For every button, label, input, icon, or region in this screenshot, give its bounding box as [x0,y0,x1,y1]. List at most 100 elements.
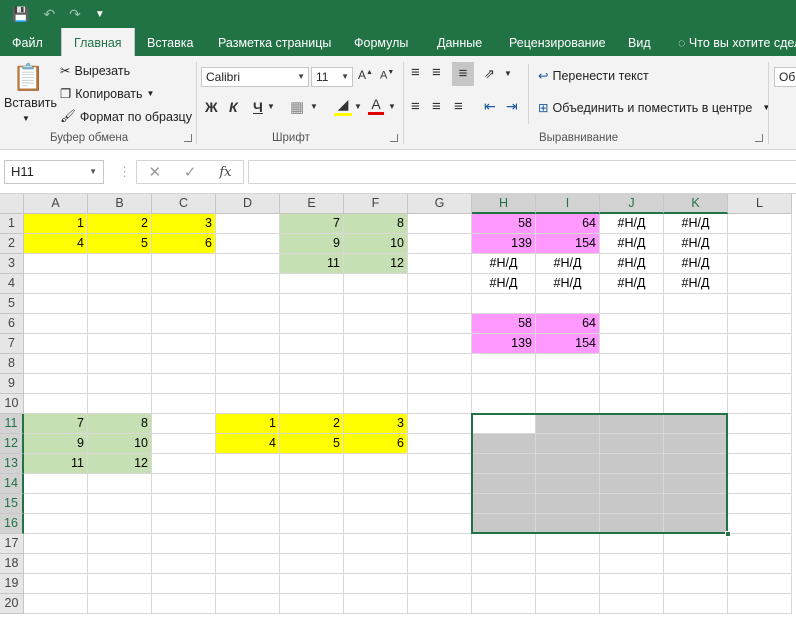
cell-a8[interactable] [24,354,88,374]
cell-j8[interactable] [600,354,664,374]
increase-indent-icon[interactable]: ⇥ [506,98,518,115]
cell-j11[interactable] [600,414,664,434]
cell-d14[interactable] [216,474,280,494]
cell-j20[interactable] [600,594,664,614]
cell-f6[interactable] [344,314,408,334]
cell-h7[interactable]: 139 [472,334,536,354]
cell-l9[interactable] [728,374,792,394]
cell-a19[interactable] [24,574,88,594]
cell-e15[interactable] [280,494,344,514]
fill-handle[interactable] [725,531,731,537]
row-header-2[interactable]: 2 [0,234,24,254]
cell-k20[interactable] [664,594,728,614]
cell-a5[interactable] [24,294,88,314]
cell-f8[interactable] [344,354,408,374]
cell-a16[interactable] [24,514,88,534]
paste-icon[interactable]: 📋 [12,62,44,98]
cell-e5[interactable] [280,294,344,314]
cell-h9[interactable] [472,374,536,394]
cell-h14[interactable] [472,474,536,494]
cell-b20[interactable] [88,594,152,614]
cell-k17[interactable] [664,534,728,554]
cell-d16[interactable] [216,514,280,534]
cell-d9[interactable] [216,374,280,394]
column-header-a[interactable]: A [24,194,88,214]
cell-e17[interactable] [280,534,344,554]
cell-k13[interactable] [664,454,728,474]
cell-a4[interactable] [24,274,88,294]
cell-i16[interactable] [536,514,600,534]
cell-j6[interactable] [600,314,664,334]
align-top-icon[interactable]: ≡ [411,64,420,81]
format-painter-button[interactable]: 🖌 Формат по образцу [60,109,192,124]
borders-icon[interactable]: ▦ [290,98,304,116]
tab-file[interactable]: Файл [12,28,43,56]
cell-d4[interactable] [216,274,280,294]
cell-g4[interactable] [408,274,472,294]
align-left-icon[interactable]: ≡ [411,98,420,115]
cell-a20[interactable] [24,594,88,614]
column-header-d[interactable]: D [216,194,280,214]
cell-l3[interactable] [728,254,792,274]
cell-g12[interactable] [408,434,472,454]
clipboard-launcher-icon[interactable] [184,134,192,142]
cell-c13[interactable] [152,454,216,474]
cell-h2[interactable]: 139 [472,234,536,254]
cell-c10[interactable] [152,394,216,414]
cell-i17[interactable] [536,534,600,554]
column-header-j[interactable]: J [600,194,664,214]
cell-g2[interactable] [408,234,472,254]
cell-k5[interactable] [664,294,728,314]
tab-data[interactable]: Данные [437,28,482,56]
cell-k2[interactable]: #Н/Д [664,234,728,254]
row-header-7[interactable]: 7 [0,334,24,354]
cell-g7[interactable] [408,334,472,354]
cell-b1[interactable]: 2 [88,214,152,234]
cell-f16[interactable] [344,514,408,534]
borders-dropdown-icon[interactable]: ▼ [310,102,318,111]
cell-c12[interactable] [152,434,216,454]
cell-l2[interactable] [728,234,792,254]
cell-f20[interactable] [344,594,408,614]
number-format-select[interactable]: Обш [774,67,796,87]
cell-c8[interactable] [152,354,216,374]
cell-h19[interactable] [472,574,536,594]
redo-icon[interactable]: ↷ [69,6,81,23]
select-all-corner[interactable] [0,194,24,214]
row-header-11[interactable]: 11 [0,414,24,434]
drag-handle-icon[interactable]: ⋮ [118,164,131,180]
cell-i1[interactable]: 64 [536,214,600,234]
cell-i6[interactable]: 64 [536,314,600,334]
cell-l19[interactable] [728,574,792,594]
cell-c18[interactable] [152,554,216,574]
cell-i8[interactable] [536,354,600,374]
cell-b19[interactable] [88,574,152,594]
cell-f9[interactable] [344,374,408,394]
cell-k1[interactable]: #Н/Д [664,214,728,234]
cell-l16[interactable] [728,514,792,534]
cell-l4[interactable] [728,274,792,294]
cell-a12[interactable]: 9 [24,434,88,454]
cell-d20[interactable] [216,594,280,614]
cell-a17[interactable] [24,534,88,554]
cell-g6[interactable] [408,314,472,334]
align-center-icon[interactable]: ≡ [432,98,441,115]
cell-k3[interactable]: #Н/Д [664,254,728,274]
cell-k10[interactable] [664,394,728,414]
cell-b16[interactable] [88,514,152,534]
cell-f1[interactable]: 8 [344,214,408,234]
cell-l17[interactable] [728,534,792,554]
cell-k16[interactable] [664,514,728,534]
cell-l11[interactable] [728,414,792,434]
cell-b3[interactable] [88,254,152,274]
cell-a6[interactable] [24,314,88,334]
cell-l5[interactable] [728,294,792,314]
bold-button[interactable]: Ж [205,99,218,115]
formula-input[interactable] [248,160,796,184]
cell-i18[interactable] [536,554,600,574]
tab-insert[interactable]: Вставка [147,28,193,56]
copy-button[interactable]: ❐ Копировать ▼ [60,86,154,102]
cell-e1[interactable]: 7 [280,214,344,234]
cell-i19[interactable] [536,574,600,594]
cell-k19[interactable] [664,574,728,594]
